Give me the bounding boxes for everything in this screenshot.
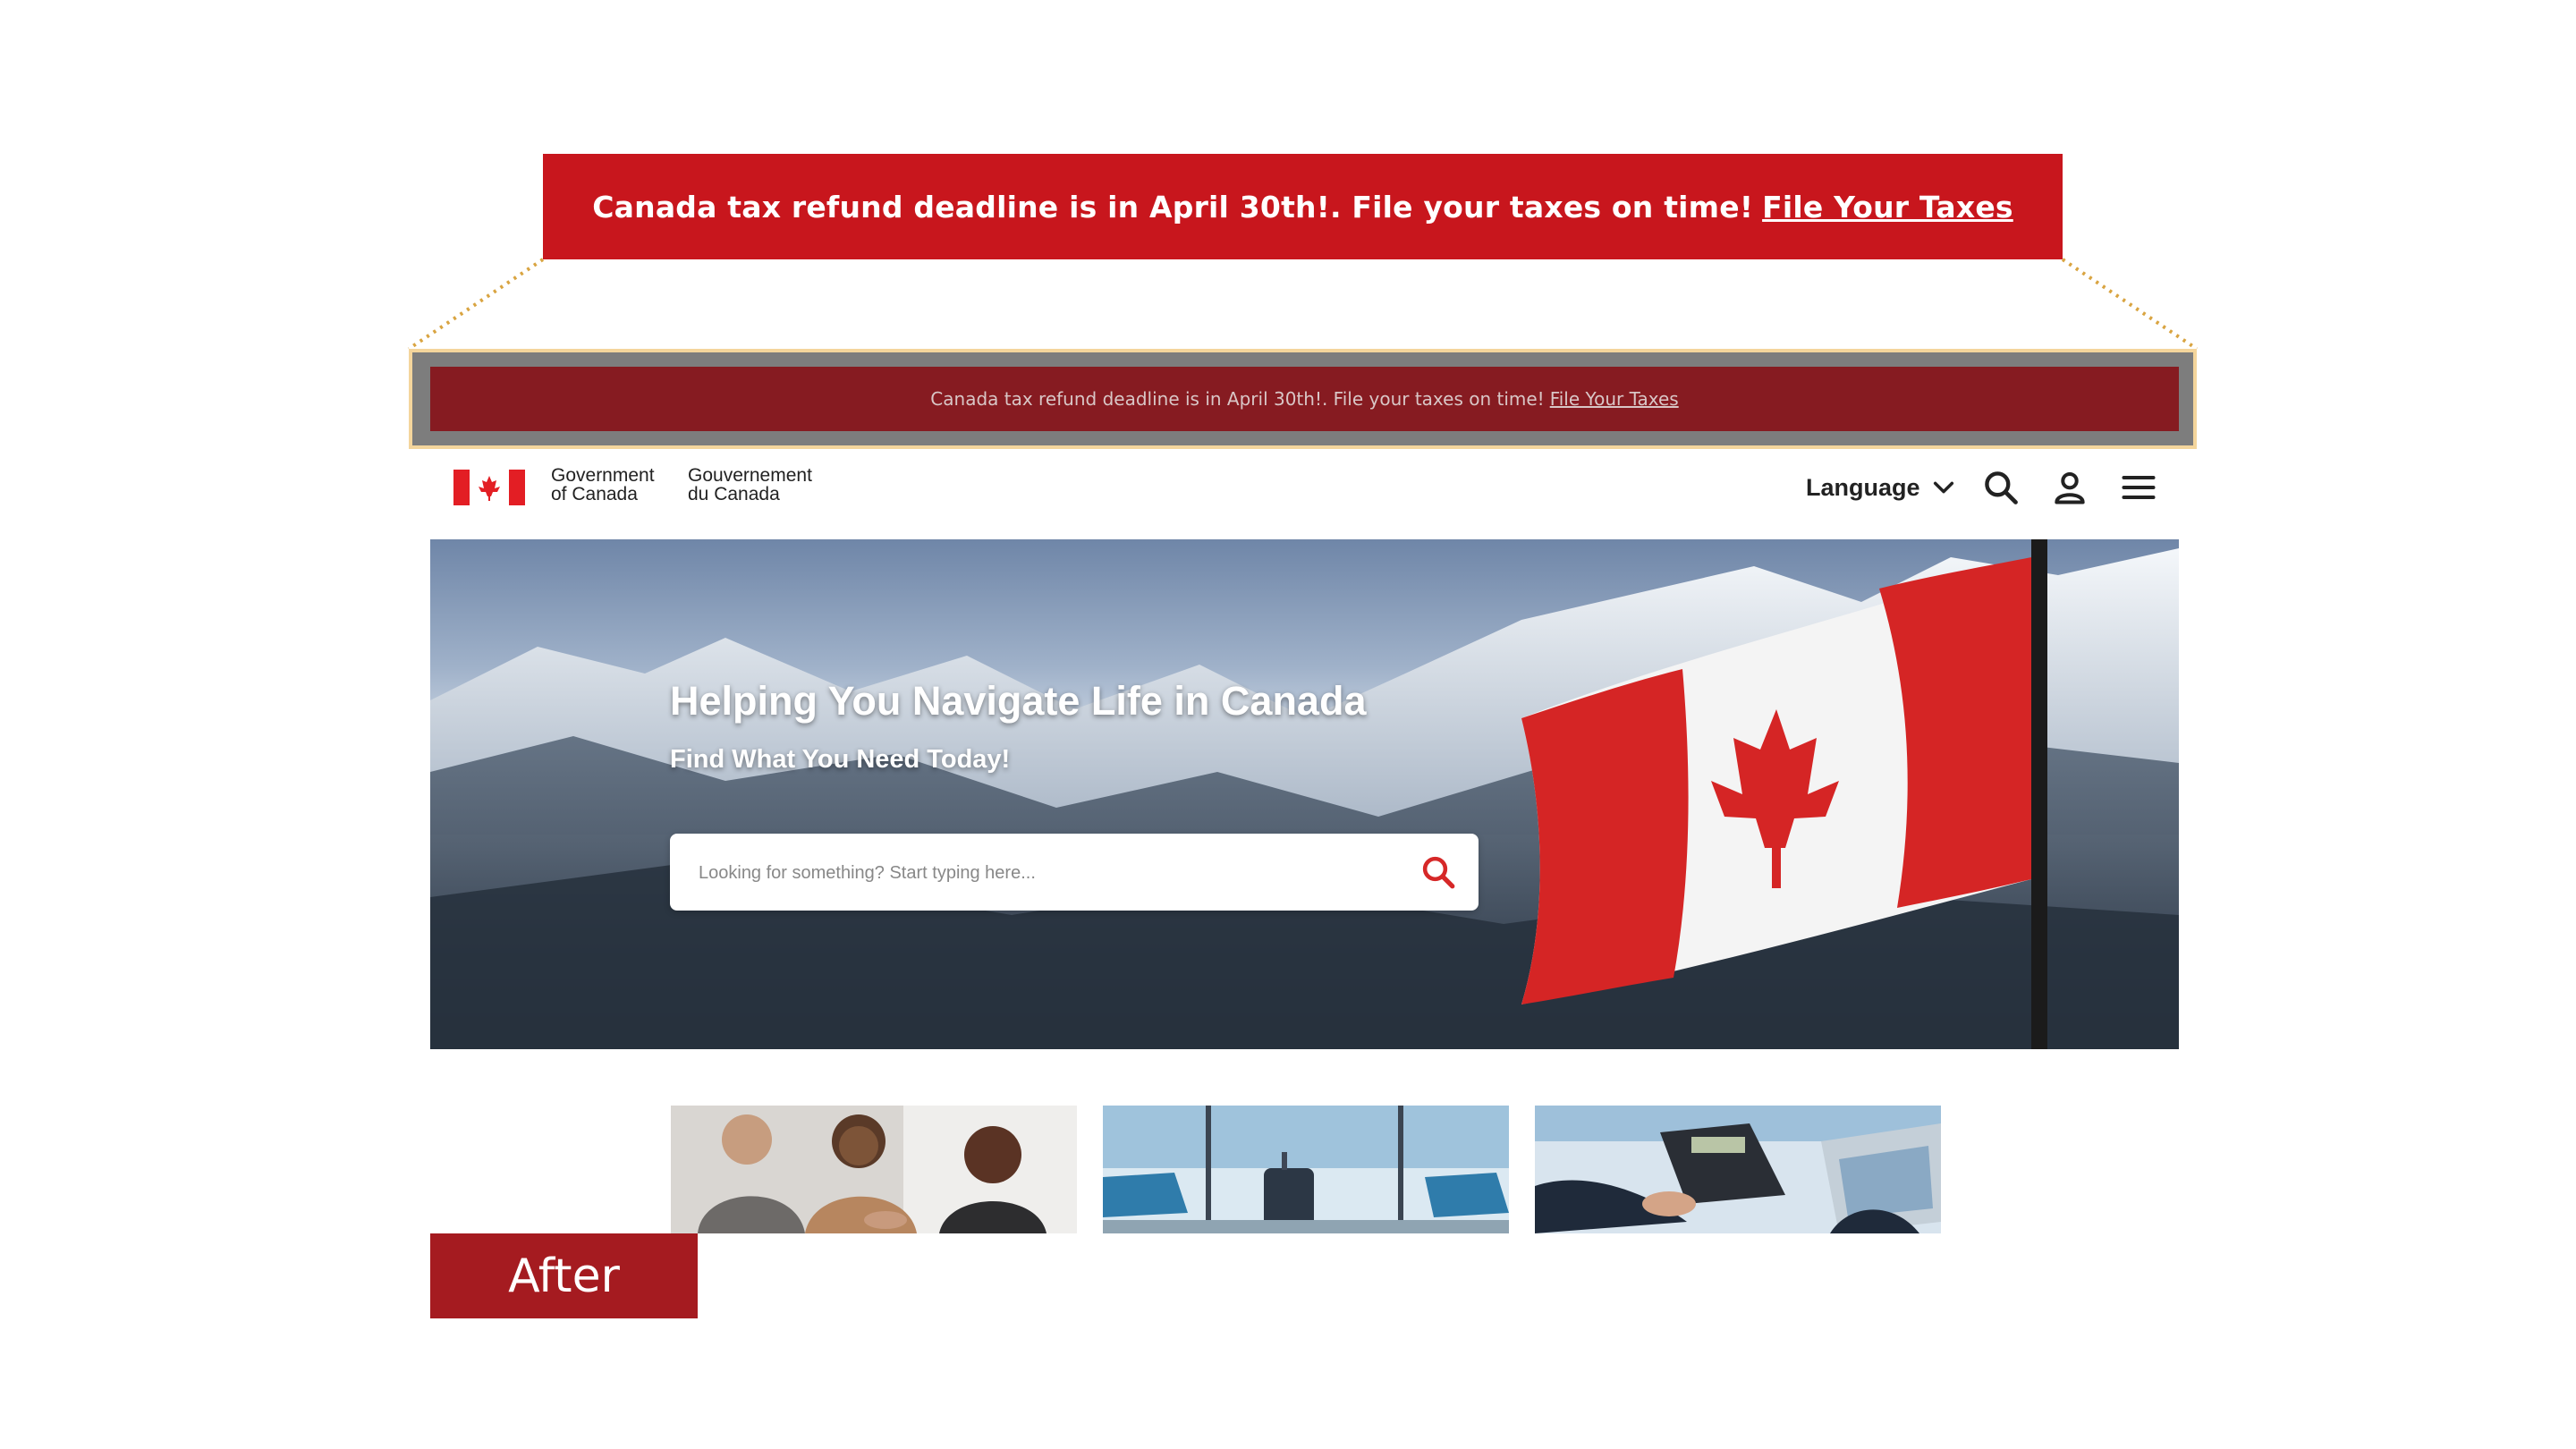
wordmark-french: Gouvernement du Canada [688,466,812,504]
wordmark-fr-line2: du Canada [688,484,780,504]
wordmark-en-line1: Government [551,465,655,486]
hero-subtitle: Find What You Need Today! [670,745,1011,774]
wordmark-fr-line1: Gouvernement [688,465,812,486]
hero-title: Helping You Navigate Life in Canada [670,678,1367,724]
airport-lounge-image [1103,1106,1509,1233]
card-airport-travel[interactable] [1103,1106,1509,1233]
people-meeting-image [671,1106,1077,1233]
user-icon[interactable] [2050,468,2089,507]
alert-file-taxes-link[interactable]: File Your Taxes [1550,388,1679,410]
hero-search-input[interactable] [697,853,1380,893]
canada-flag-icon[interactable] [453,470,525,505]
after-badge: After [430,1233,698,1318]
hero-mountain-flag-image [430,539,2179,1049]
alert-banner-message: Canada tax refund deadline is in April 3… [930,388,1545,410]
chevron-down-icon [1933,481,1953,494]
card-finance-calculator[interactable] [1535,1106,1941,1233]
hero-banner: Helping You Navigate Life in Canada Find… [430,539,2179,1049]
language-selector[interactable]: Language [1806,470,1956,505]
language-label: Language [1806,473,1920,501]
menu-icon[interactable] [2119,468,2158,507]
alert-banner: Canada tax refund deadline is in April 3… [430,367,2179,431]
site-header: Government of Canada Gouvernement du Can… [430,452,2179,537]
search-icon[interactable] [1981,468,2021,507]
card-people-meeting[interactable] [671,1106,1077,1233]
wordmark-english: Government of Canada [551,466,655,504]
search-icon[interactable] [1419,853,1457,891]
wordmark-en-line2: of Canada [551,484,638,504]
hero-search-box [670,834,1479,911]
calculator-laptop-image [1535,1106,1941,1233]
